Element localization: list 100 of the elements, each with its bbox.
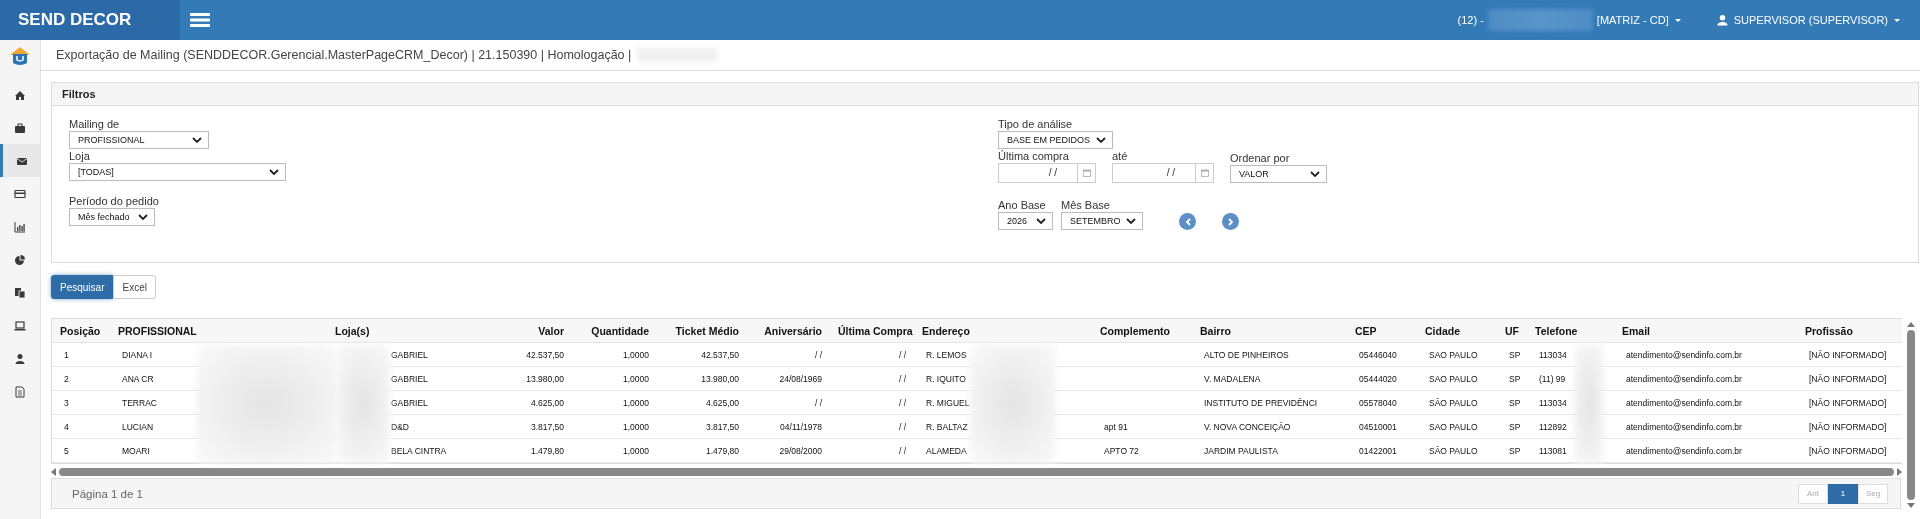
column-header[interactable]: UF bbox=[1497, 324, 1527, 337]
last-purchase-cell: / / bbox=[898, 397, 906, 408]
column-header[interactable]: CEP bbox=[1347, 324, 1417, 337]
email-cell: atendimento@sendinfo.com.br bbox=[1626, 349, 1742, 360]
field-label: Tipo de análise bbox=[998, 118, 1074, 131]
year-select[interactable]: 2026 bbox=[998, 212, 1053, 230]
search-button[interactable]: Pesquisar bbox=[51, 275, 114, 299]
district-cell: JARDIM PAULISTA bbox=[1204, 445, 1278, 456]
column-header[interactable]: Profissão bbox=[1797, 324, 1902, 337]
last-purchase-cell: / / bbox=[898, 373, 906, 384]
branch-dropdown[interactable]: [MATRIZ - CD] bbox=[1596, 14, 1681, 26]
birthday-cell: 24/08/1969 bbox=[779, 373, 822, 384]
excel-button[interactable]: Excel bbox=[113, 275, 156, 299]
phone-cell: 113034 bbox=[1539, 349, 1567, 360]
position-cell: 5 bbox=[64, 445, 69, 456]
ticket-cell: 4.625,00 bbox=[705, 397, 739, 408]
column-header[interactable]: PROFISSIONAL bbox=[110, 324, 327, 337]
email-cell: atendimento@sendinfo.com.br bbox=[1626, 445, 1742, 456]
column-header[interactable]: Telefone bbox=[1527, 324, 1614, 337]
position-cell: 1 bbox=[64, 349, 69, 360]
name-cell: ANA CR bbox=[122, 373, 154, 384]
home-icon bbox=[14, 88, 26, 101]
ticket-cell: 13.980,00 bbox=[701, 373, 739, 384]
address-cell: R. LEMOS bbox=[926, 349, 967, 360]
field-label: Mailing de bbox=[69, 118, 121, 131]
column-header[interactable]: Bairro bbox=[1192, 324, 1347, 337]
position-cell: 3 bbox=[64, 397, 69, 408]
field-label: até bbox=[1112, 150, 1129, 163]
laptop-icon bbox=[14, 319, 26, 332]
chevron-down-icon bbox=[138, 214, 148, 220]
birthday-cell: 04/11/1978 bbox=[780, 421, 822, 432]
store-cell: GABRIEL bbox=[391, 349, 428, 360]
district-cell: ALTO DE PINHEIROS bbox=[1204, 349, 1289, 360]
column-header[interactable]: Email bbox=[1614, 324, 1797, 337]
ticket-cell: 1.479,80 bbox=[705, 445, 739, 456]
state-cell: SP bbox=[1509, 373, 1521, 384]
chevron-down-icon bbox=[1096, 137, 1106, 143]
column-header[interactable]: Cidade bbox=[1417, 324, 1497, 337]
store-cell: GABRIEL bbox=[391, 397, 428, 408]
date-field[interactable]: / / bbox=[1112, 163, 1214, 183]
store-cell: GABRIEL bbox=[391, 373, 428, 384]
field-label: Mês Base bbox=[1061, 199, 1111, 212]
menu-icon[interactable] bbox=[188, 11, 212, 29]
birthday-cell: / / bbox=[814, 349, 822, 360]
field-label: Período do pedido bbox=[69, 195, 160, 208]
column-header[interactable]: Endereço bbox=[914, 324, 1092, 337]
pie-chart-icon bbox=[14, 253, 26, 266]
date-field[interactable]: / / bbox=[998, 163, 1096, 183]
column-header[interactable]: Loja(s) bbox=[327, 324, 482, 337]
last-purchase-cell: / / bbox=[898, 445, 906, 456]
address-cell: R. MIGUEL bbox=[926, 397, 970, 408]
month-select[interactable]: SETEMBRO bbox=[1061, 212, 1143, 230]
page-button[interactable]: 1 bbox=[1828, 483, 1858, 504]
phone-cell: 113034 bbox=[1539, 397, 1567, 408]
birthday-cell: / / bbox=[814, 397, 822, 408]
column-header[interactable]: Quantidade bbox=[572, 324, 657, 337]
store-cell: BELA CINTRA bbox=[391, 445, 447, 456]
column-header[interactable]: Última Compra bbox=[830, 324, 914, 337]
brand-logo[interactable]: SEND DECOR bbox=[0, 0, 180, 40]
field-label: Última compra bbox=[998, 150, 1070, 163]
bar-chart-icon bbox=[14, 220, 26, 233]
analysis-select[interactable]: BASE EM PEDIDOS bbox=[998, 131, 1113, 149]
chevron-left-icon bbox=[1184, 217, 1191, 226]
user-menu[interactable]: SUPERVISOR (SUPERVISOR) bbox=[1716, 14, 1900, 26]
state-cell: SP bbox=[1509, 349, 1521, 360]
district-cell: V. MADALENA bbox=[1204, 373, 1261, 384]
sidebar-item[interactable] bbox=[0, 144, 40, 177]
complement-cell: APTO 72 bbox=[1104, 445, 1139, 456]
column-header[interactable]: Ticket Médio bbox=[657, 324, 747, 337]
chevron-down-icon bbox=[269, 169, 279, 175]
order-select[interactable]: VALOR bbox=[1230, 165, 1327, 183]
phone-cell: (11) 99 bbox=[1539, 373, 1566, 384]
store-select[interactable]: [TODAS] bbox=[69, 163, 286, 181]
quantity-cell: 1,0000 bbox=[623, 373, 649, 384]
period-select[interactable]: Mês fechado bbox=[69, 208, 155, 226]
column-header[interactable]: Posição bbox=[52, 324, 110, 337]
name-cell: LUCIAN bbox=[122, 421, 154, 432]
store-cell: D&D bbox=[391, 421, 409, 432]
district-cell: INSTITUTO DE PREVIDÊNCI bbox=[1204, 397, 1318, 408]
column-header[interactable]: Aniversário bbox=[747, 324, 830, 337]
column-header[interactable]: Valor bbox=[482, 324, 572, 337]
city-cell: SAO PAULO bbox=[1429, 373, 1478, 384]
horizontal-scrollbar[interactable] bbox=[51, 467, 1902, 476]
value-cell: 3.817,50 bbox=[530, 421, 564, 432]
email-cell: atendimento@sendinfo.com.br bbox=[1626, 397, 1742, 408]
value-cell: 13.980,00 bbox=[526, 373, 564, 384]
last-purchase-cell: / / bbox=[898, 421, 906, 432]
document-icon bbox=[14, 385, 26, 398]
city-cell: SAO PAULO bbox=[1429, 421, 1478, 432]
next-button[interactable] bbox=[1222, 213, 1239, 230]
name-cell: MOARI bbox=[122, 445, 150, 456]
ticket-cell: 3.817,50 bbox=[705, 421, 739, 432]
previous-button[interactable] bbox=[1179, 213, 1196, 230]
house-logo-icon[interactable] bbox=[9, 46, 31, 66]
field-label: Loja bbox=[69, 150, 91, 163]
profession-cell: [NÃO INFORMADO] bbox=[1809, 397, 1887, 408]
position-cell: 4 bbox=[64, 421, 69, 432]
column-header[interactable]: Complemento bbox=[1092, 324, 1192, 337]
zip-cell: 04510001 bbox=[1359, 421, 1397, 432]
mailing-select[interactable]: PROFISSIONAL bbox=[69, 131, 209, 149]
